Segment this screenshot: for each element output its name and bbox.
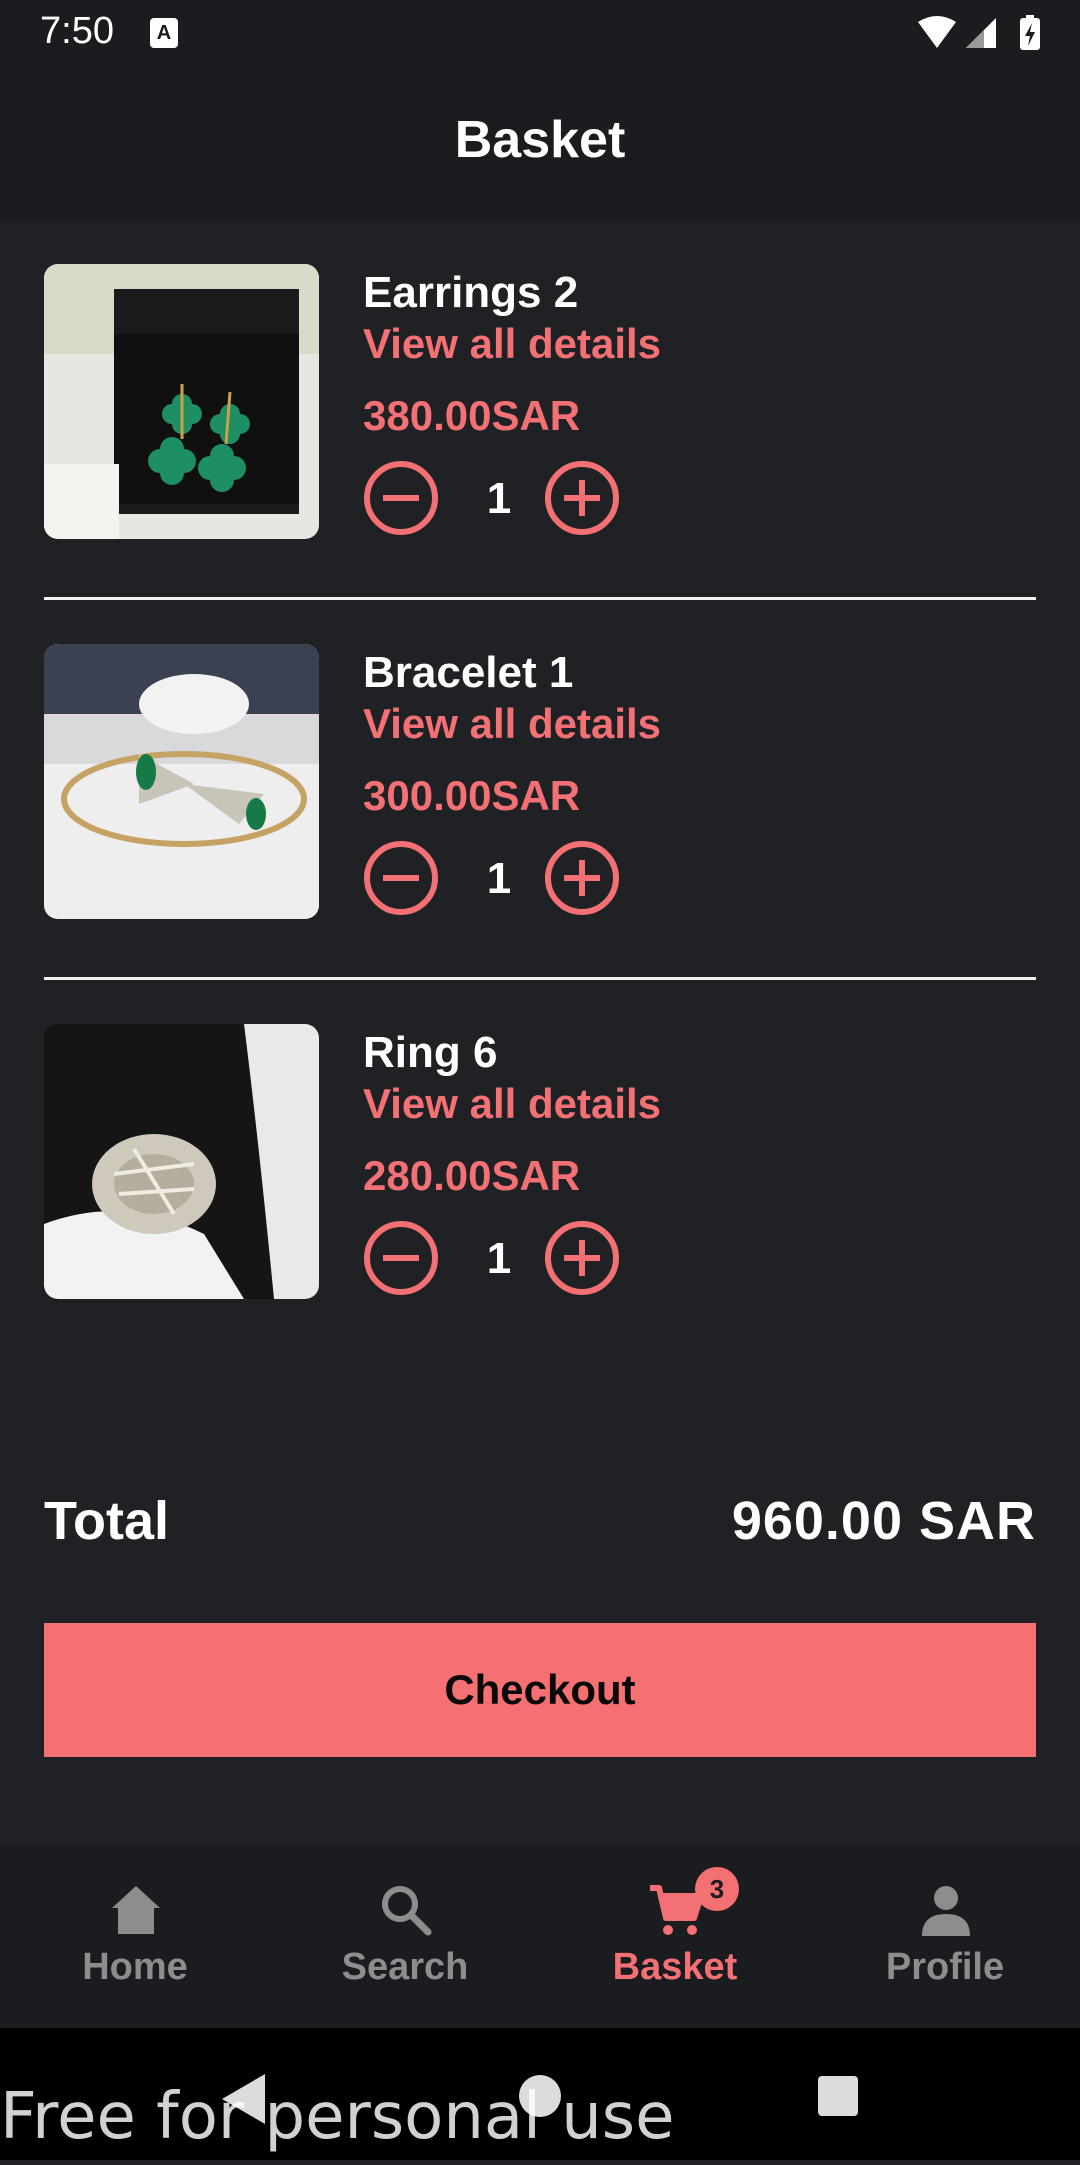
cart-count-badge: 3 xyxy=(695,1867,739,1911)
status-time: 7:50 xyxy=(40,10,114,52)
decrease-quantity-button[interactable] xyxy=(363,1220,439,1296)
nav-item-home[interactable]: Home xyxy=(0,1846,270,2028)
decrease-quantity-button[interactable] xyxy=(363,460,439,536)
decrease-quantity-button[interactable] xyxy=(363,840,439,916)
nav-label: Search xyxy=(341,1946,469,1988)
nav-label: Home xyxy=(82,1946,188,1988)
status-bar: 7:50 A xyxy=(0,0,1080,66)
bracelet-photo xyxy=(44,644,319,919)
item-name: Earrings 2 xyxy=(363,268,579,317)
total-value: 960.00 SAR xyxy=(731,1491,1036,1551)
total-label: Total xyxy=(44,1491,169,1551)
nav-item-basket[interactable]: 3 Basket xyxy=(540,1846,810,2028)
minus-circle-icon xyxy=(364,1221,438,1295)
basket-list: Earrings 2 View all details 380.00SAR 1 xyxy=(0,220,1080,1845)
watermark-text: Free for personal use xyxy=(0,2080,675,2154)
wifi-icon xyxy=(918,16,956,48)
item-name: Bracelet 1 xyxy=(363,648,574,697)
earrings-photo xyxy=(44,264,319,539)
plus-circle-icon xyxy=(545,1221,619,1295)
bottom-navigation: Home Search 3 Basket Profile xyxy=(0,1846,1080,2028)
nav-item-search[interactable]: Search xyxy=(270,1846,540,2028)
app-bar: Basket xyxy=(0,66,1080,220)
item-divider xyxy=(44,597,1036,600)
quantity-value: 1 xyxy=(486,854,512,903)
nav-item-profile[interactable]: Profile xyxy=(810,1846,1080,2028)
basket-item-bracelet: Bracelet 1 View all details 300.00SAR 1 xyxy=(44,644,1036,920)
item-name: Ring 6 xyxy=(363,1028,498,1077)
page-title: Basket xyxy=(454,111,626,169)
increase-quantity-button[interactable] xyxy=(544,840,620,916)
view-details-link[interactable]: View all details xyxy=(363,320,661,368)
item-divider xyxy=(44,977,1036,980)
item-price: 380.00SAR xyxy=(363,392,581,439)
ring-photo xyxy=(44,1024,319,1299)
person-icon xyxy=(922,1886,970,1936)
quantity-value: 1 xyxy=(486,474,512,523)
checkout-button[interactable]: Checkout xyxy=(44,1623,1036,1757)
basket-item-ring: Ring 6 View all details 280.00SAR 1 xyxy=(44,1024,1036,1300)
basket-item-earrings: Earrings 2 View all details 380.00SAR 1 xyxy=(44,264,1036,540)
item-price: 300.00SAR xyxy=(363,772,581,819)
increase-quantity-button[interactable] xyxy=(544,1220,620,1296)
home-icon xyxy=(112,1886,160,1934)
notification-a-icon: A xyxy=(150,18,178,48)
item-price: 280.00SAR xyxy=(363,1152,581,1199)
recents-icon[interactable] xyxy=(818,2076,858,2116)
status-icons xyxy=(916,14,1046,54)
minus-circle-icon xyxy=(364,841,438,915)
quantity-value: 1 xyxy=(486,1234,512,1283)
plus-circle-icon xyxy=(545,841,619,915)
view-details-link[interactable]: View all details xyxy=(363,1080,661,1128)
signal-icon xyxy=(966,18,996,48)
plus-circle-icon xyxy=(545,461,619,535)
view-details-link[interactable]: View all details xyxy=(363,700,661,748)
minus-circle-icon xyxy=(364,461,438,535)
nav-label: Basket xyxy=(612,1946,738,1988)
battery-icon xyxy=(1020,15,1040,50)
nav-label: Profile xyxy=(885,1946,1005,1988)
search-icon xyxy=(382,1886,432,1936)
increase-quantity-button[interactable] xyxy=(544,460,620,536)
